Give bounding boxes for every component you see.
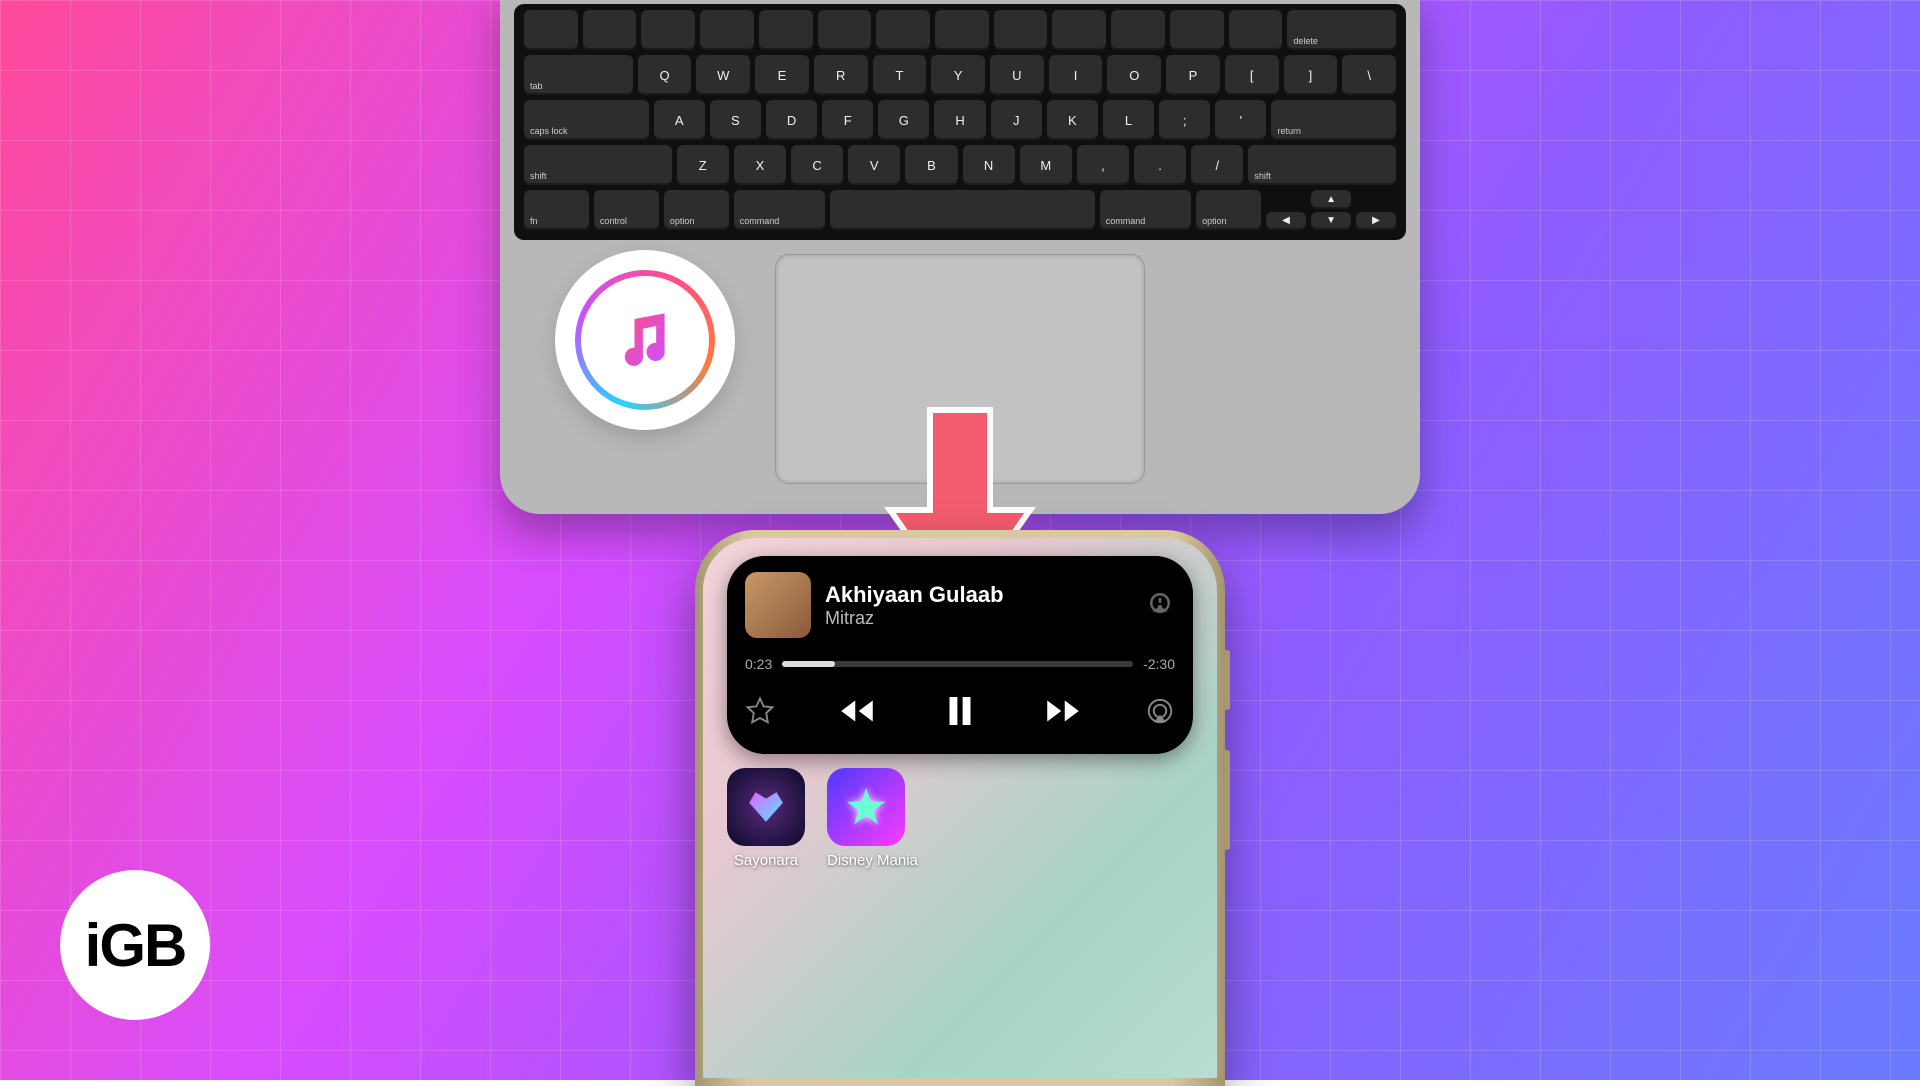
key-s: S <box>710 100 761 140</box>
delete-key: delete <box>1287 10 1396 50</box>
track-artist: Mitraz <box>825 608 1131 629</box>
key-g: G <box>878 100 929 140</box>
key <box>583 10 637 50</box>
key-p: P <box>1166 55 1220 95</box>
app-sayonara[interactable]: Sayonara <box>727 768 805 869</box>
logo-text: iGB <box>85 911 186 980</box>
option-key-left: option <box>664 190 729 230</box>
key-v: V <box>848 145 900 185</box>
rewind-button[interactable] <box>836 690 878 732</box>
progress-bar[interactable] <box>782 661 1133 667</box>
fn-key: fn <box>524 190 589 230</box>
key-b: B <box>905 145 957 185</box>
arrow-keys: ◀ ▲ ▼ ▶ <box>1266 190 1396 230</box>
key-bracket-r: ] <box>1284 55 1338 95</box>
app-disney-mania[interactable]: Disney Mania <box>827 768 918 869</box>
igb-logo: iGB <box>60 870 210 1020</box>
key-j: J <box>991 100 1042 140</box>
key <box>1229 10 1283 50</box>
key-x: X <box>734 145 786 185</box>
space-key <box>830 190 1095 230</box>
music-note-icon <box>610 305 680 375</box>
key <box>1052 10 1106 50</box>
tab-key: tab <box>524 55 633 95</box>
key-quote: ' <box>1215 100 1266 140</box>
key-c: C <box>791 145 843 185</box>
key-t: T <box>873 55 927 95</box>
key-h: H <box>934 100 985 140</box>
arrow-right-key: ▶ <box>1356 212 1396 231</box>
key-o: O <box>1107 55 1161 95</box>
control-key: control <box>594 190 659 230</box>
key-z: Z <box>677 145 729 185</box>
key <box>1170 10 1224 50</box>
airplay-warning-icon[interactable] <box>1145 588 1175 623</box>
track-title: Akhiyaan Gulaab <box>825 582 1131 608</box>
shift-key-right: shift <box>1248 145 1396 185</box>
phone-side-button <box>1225 650 1230 710</box>
key-k: K <box>1047 100 1098 140</box>
key <box>1111 10 1165 50</box>
command-key-left: command <box>734 190 825 230</box>
app-icon <box>827 768 905 846</box>
arrow-up-key: ▲ <box>1311 190 1351 209</box>
key-d: D <box>766 100 817 140</box>
key-l: L <box>1103 100 1154 140</box>
key-a: A <box>654 100 705 140</box>
key-w: W <box>696 55 750 95</box>
key <box>994 10 1048 50</box>
forward-button[interactable] <box>1042 690 1084 732</box>
app-label: Sayonara <box>727 852 805 869</box>
key <box>818 10 872 50</box>
key-slash: / <box>1191 145 1243 185</box>
app-label: Disney Mania <box>827 852 918 869</box>
iphone-device: Akhiyaan Gulaab Mitraz 0:23 -2:30 <box>695 530 1225 1086</box>
command-key-right: command <box>1100 190 1191 230</box>
keyboard: delete tab Q W E R T Y U I O P [ ] \ cap… <box>514 4 1406 240</box>
key-y: Y <box>931 55 985 95</box>
return-key: return <box>1271 100 1396 140</box>
phone-screen: Akhiyaan Gulaab Mitraz 0:23 -2:30 <box>703 538 1217 1078</box>
favorite-button[interactable] <box>745 696 775 726</box>
key <box>759 10 813 50</box>
key-e: E <box>755 55 809 95</box>
option-key-right: option <box>1196 190 1261 230</box>
arrow-left-key: ◀ <box>1266 212 1306 231</box>
arrow-down-key: ▼ <box>1311 212 1351 231</box>
key <box>700 10 754 50</box>
airplay-button[interactable] <box>1145 696 1175 726</box>
key-q: Q <box>638 55 692 95</box>
key-semicolon: ; <box>1159 100 1210 140</box>
album-art <box>745 572 811 638</box>
key-i: I <box>1049 55 1103 95</box>
key-n: N <box>963 145 1015 185</box>
pause-button[interactable] <box>939 690 981 732</box>
key <box>935 10 989 50</box>
app-icon <box>727 768 805 846</box>
key-period: . <box>1134 145 1186 185</box>
elapsed-time: 0:23 <box>745 656 772 672</box>
key-bracket-l: [ <box>1225 55 1279 95</box>
key-r: R <box>814 55 868 95</box>
now-playing-widget[interactable]: Akhiyaan Gulaab Mitraz 0:23 -2:30 <box>727 556 1193 754</box>
phone-side-button <box>1225 750 1230 850</box>
key-backslash: \ <box>1342 55 1396 95</box>
key <box>524 10 578 50</box>
key-u: U <box>990 55 1044 95</box>
key-m: M <box>1020 145 1072 185</box>
key-comma: , <box>1077 145 1129 185</box>
shift-key-left: shift <box>524 145 672 185</box>
key-f: F <box>822 100 873 140</box>
itunes-icon <box>555 250 735 430</box>
capslock-key: caps lock <box>524 100 649 140</box>
key <box>641 10 695 50</box>
remaining-time: -2:30 <box>1143 656 1175 672</box>
apps-row: Sayonara Disney Mania <box>727 768 1193 869</box>
key <box>876 10 930 50</box>
